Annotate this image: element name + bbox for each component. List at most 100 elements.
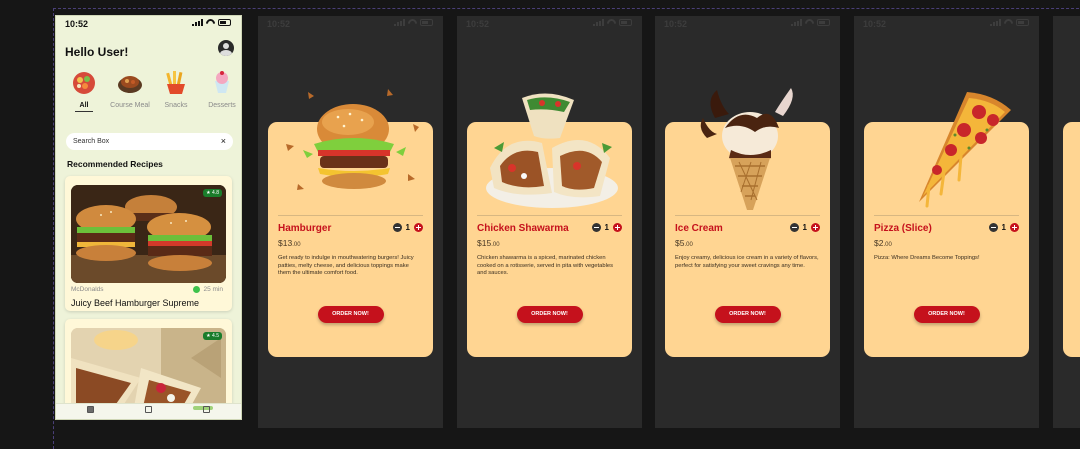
category-all[interactable]: All [64, 68, 104, 124]
status-time: 10:52 [466, 19, 490, 29]
signal-icon [192, 19, 203, 26]
divider [874, 215, 1019, 216]
product-screen-partial [1053, 16, 1080, 428]
product-screen-shawarma: 10:52 Chicken Shawarma $15.00 1 Chicken … [457, 16, 642, 428]
hamburger-image [286, 89, 419, 190]
product-price: $13.00 [278, 238, 301, 248]
tab-profile[interactable] [191, 406, 221, 414]
product-name: Ice Cream [675, 223, 723, 234]
wifi-icon [408, 19, 417, 26]
wifi-icon [607, 19, 616, 26]
bookmark-icon [144, 406, 152, 413]
battery-icon [1016, 19, 1029, 26]
home-screen: 10:52 Hello User! All Course Meal Snacks [55, 15, 242, 420]
status-time: 10:52 [65, 19, 89, 29]
quantity-stepper: 1 [789, 223, 820, 232]
battery-icon [619, 19, 632, 26]
product-description: Pizza: Where Dreams Become Toppings! [874, 255, 980, 261]
compass-icon [86, 406, 94, 413]
plus-button[interactable] [811, 223, 820, 232]
quantity-value: 1 [1001, 223, 1006, 232]
clock-icon [193, 286, 201, 293]
section-title: Recommended Recipes [67, 159, 163, 169]
rating-badge: ★ 4.5 [203, 332, 222, 340]
signal-icon [990, 19, 1001, 26]
order-now-button[interactable]: ORDER NOW! [714, 306, 781, 323]
recipe-image-burger: ★ 4.8 [71, 185, 226, 283]
category-course-meal[interactable]: Course Meal [110, 68, 150, 124]
plus-button[interactable] [1010, 223, 1019, 232]
search-input[interactable]: Search Box × [66, 133, 233, 150]
quantity-value: 1 [604, 223, 609, 232]
product-screen-ice-cream: 10:52 Ice Cream $5.00 1 Enjoy creamy, de… [655, 16, 840, 428]
quantity-stepper: 1 [988, 223, 1019, 232]
category-list: All Course Meal Snacks Desserts [64, 68, 241, 124]
category-snacks[interactable]: Snacks [156, 68, 196, 124]
status-bar: 10:52 [655, 16, 840, 32]
recipe-time: 25 min [193, 286, 223, 293]
recipe-card[interactable]: ★ 4.8 McDonalds 25 min Juicy Beef Hambur… [65, 176, 232, 311]
shawarma-image [486, 93, 618, 208]
status-time: 10:52 [267, 19, 291, 29]
product-description: Get ready to indulge in mouthwatering bu… [278, 255, 414, 276]
divider [278, 215, 423, 216]
wifi-icon [805, 19, 814, 26]
product-description: Enjoy creamy, delicious ice cream in a v… [675, 255, 819, 269]
product-card [1063, 122, 1080, 357]
product-price: $2.00 [874, 238, 892, 248]
divider [675, 215, 820, 216]
quantity-value: 1 [802, 223, 807, 232]
product-screen-pizza: 10:52 Pizza (Slice) $2.00 1 Pizza: Where… [854, 16, 1039, 428]
product-name: Pizza (Slice) [874, 223, 932, 234]
order-now-button[interactable]: ORDER NOW! [913, 306, 980, 323]
tab-saved[interactable] [133, 406, 163, 414]
battery-icon [817, 19, 830, 26]
product-description: Chicken shawarma is a spiced, marinated … [477, 255, 613, 276]
ice-cream-image [700, 88, 793, 210]
quantity-value: 1 [405, 223, 410, 232]
course-meal-icon [116, 68, 144, 96]
product-price: $5.00 [675, 238, 693, 248]
close-icon[interactable]: × [221, 136, 226, 146]
bottom-tab-bar [56, 403, 241, 419]
plus-button[interactable] [414, 223, 423, 232]
minus-button[interactable] [392, 223, 402, 232]
signal-icon [593, 19, 604, 26]
product-name: Chicken Shawarma [477, 223, 569, 234]
tab-explore[interactable] [75, 406, 105, 414]
minus-button[interactable] [591, 223, 601, 232]
minus-button[interactable] [789, 223, 799, 232]
category-label: Course Meal [110, 102, 150, 109]
status-time: 10:52 [664, 19, 688, 29]
signal-icon [394, 19, 405, 26]
greeting-title: Hello User! [65, 45, 129, 59]
recipe-brand: McDonalds [71, 286, 104, 293]
category-label: Desserts [208, 102, 236, 109]
category-desserts[interactable]: Desserts [202, 68, 241, 124]
wifi-icon [1004, 19, 1013, 26]
pizza-image [919, 92, 1011, 208]
plus-button[interactable] [613, 223, 622, 232]
divider [477, 215, 622, 216]
signal-icon [791, 19, 802, 26]
product-name: Hamburger [278, 223, 332, 234]
order-now-button[interactable]: ORDER NOW! [317, 306, 384, 323]
product-price: $15.00 [477, 238, 500, 248]
order-now-button[interactable]: ORDER NOW! [516, 306, 583, 323]
status-bar: 10:52 [258, 16, 443, 32]
category-label: All [79, 102, 89, 109]
status-bar: 10:52 [56, 16, 241, 32]
user-icon [202, 406, 210, 413]
status-time: 10:52 [863, 19, 887, 29]
category-label: Snacks [164, 102, 188, 109]
product-screen-hamburger: 10:52 Hamburger $13.00 1 Get ready to in… [258, 16, 443, 428]
avatar[interactable] [218, 40, 234, 56]
minus-button[interactable] [988, 223, 998, 232]
snacks-icon [162, 68, 190, 96]
battery-icon [218, 19, 231, 26]
recipe-name: Juicy Beef Hamburger Supreme [71, 298, 200, 308]
desserts-icon [208, 68, 236, 96]
recipe-time-text: 25 min [203, 286, 223, 293]
quantity-stepper: 1 [392, 223, 423, 232]
status-bar: 10:52 [854, 16, 1039, 32]
